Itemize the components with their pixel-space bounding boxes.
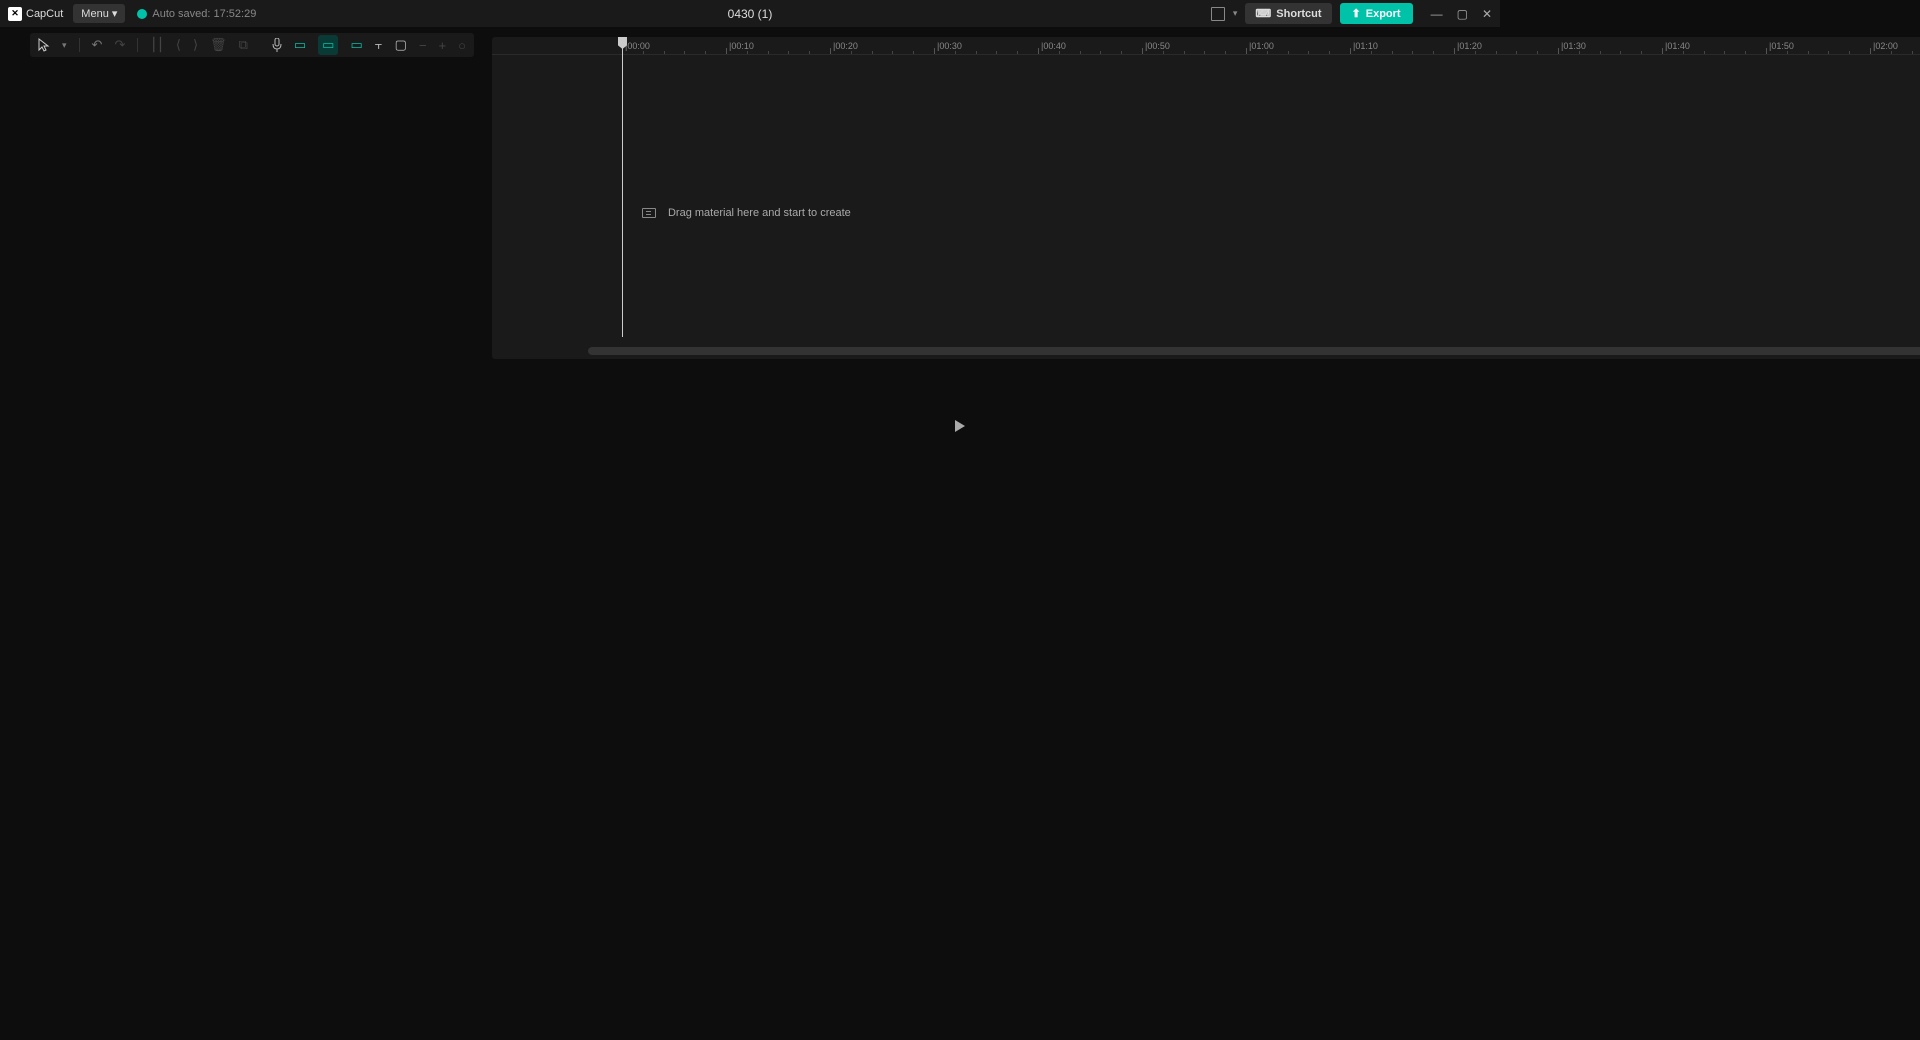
ruler-mark: |01:10 <box>1353 41 1378 51</box>
zoom-out-icon[interactable]: − <box>419 38 427 53</box>
redo-icon[interactable]: ↷ <box>114 37 125 53</box>
pointer-tool-icon[interactable] <box>38 38 50 52</box>
timeline-hint: Drag material here and start to create <box>642 207 851 219</box>
zoom-fit-icon[interactable]: ○ <box>458 38 466 53</box>
ruler-mark: |00:20 <box>833 41 858 51</box>
menu-label: Menu <box>81 8 109 20</box>
microphone-icon[interactable] <box>272 38 282 52</box>
window-controls: — ▢ ✕ <box>1431 7 1492 21</box>
chevron-down-icon: ▾ <box>112 7 118 20</box>
export-button[interactable]: ⬆ Export <box>1340 3 1413 24</box>
titlebar-right: ▾ ⌨ Shortcut ⬆ Export — ▢ ✕ <box>1211 3 1492 24</box>
ruler-mark: |01:40 <box>1665 41 1690 51</box>
chevron-down-icon[interactable]: ▾ <box>1233 8 1238 19</box>
export-label: Export <box>1366 8 1401 20</box>
align-icon[interactable]: ⫟ <box>375 37 383 53</box>
shortcut-button[interactable]: ⌨ Shortcut <box>1245 3 1331 24</box>
crop-tool-icon[interactable]: ⧉ <box>239 37 248 53</box>
main-area: Media Audio TI Text Stickers ✦ Effects <box>0 27 1500 447</box>
scrollbar-thumb[interactable] <box>588 347 1920 355</box>
ruler-mark: |00:40 <box>1041 41 1066 51</box>
magnet-link-icon[interactable]: ▭ <box>318 35 338 55</box>
timeline-hint-text: Drag material here and start to create <box>668 207 851 219</box>
delete-icon[interactable]: 🗑 <box>210 37 227 53</box>
export-icon: ⬆ <box>1352 7 1361 20</box>
menu-button[interactable]: Menu ▾ <box>73 4 125 23</box>
app-name: CapCut <box>26 8 63 20</box>
ruler-mark: |00:10 <box>729 41 754 51</box>
project-title: 0430 (1) <box>728 7 773 21</box>
layout-icon[interactable] <box>1211 7 1225 21</box>
shortcut-label: Shortcut <box>1276 8 1321 20</box>
close-icon[interactable]: ✕ <box>1482 7 1492 21</box>
keyboard-icon: ⌨ <box>1255 7 1271 20</box>
timeline-tracks[interactable]: Drag material here and start to create <box>492 55 1920 339</box>
logo-icon: ✕ <box>8 7 22 21</box>
timeline: |00:00 |00:10 |00:20 |00:30 |00:40 |00:50 |01:… <box>492 37 1920 359</box>
timeline-scrollbar[interactable] <box>588 347 1920 355</box>
ruler-mark: |01:30 <box>1561 41 1586 51</box>
ruler-mark: |00:50 <box>1145 41 1170 51</box>
trim-left-icon[interactable]: ⟨ <box>176 37 181 53</box>
maximize-icon[interactable]: ▢ <box>1457 7 1468 21</box>
trim-right-icon[interactable]: ⟩ <box>193 37 198 53</box>
zoom-in-icon[interactable]: + <box>439 38 447 53</box>
ruler-mark: |00:00 <box>625 41 650 51</box>
ruler-mark: |01:50 <box>1769 41 1794 51</box>
timeline-toolbar: ▾ ↶ ↷ ⎮⎮ ⟨ ⟩ 🗑 ⧉ ▭ ▭ ▭ ⫟ ▢ − + ○ <box>30 33 474 57</box>
tool-dropdown-icon[interactable]: ▾ <box>62 40 67 51</box>
autosave-status: Auto saved: 17:52:29 <box>137 8 256 20</box>
magnet-main-icon[interactable]: ▭ <box>294 37 306 53</box>
autosave-dot-icon <box>137 9 147 19</box>
split-icon[interactable]: ⎮⎮ <box>150 37 164 53</box>
autosave-text: Auto saved: 17:52:29 <box>152 8 256 20</box>
ruler-mark: |02:00 <box>1873 41 1898 51</box>
ruler-mark: |01:00 <box>1249 41 1274 51</box>
preview-icon[interactable]: ▢ <box>395 37 407 53</box>
undo-icon[interactable]: ↶ <box>92 37 103 53</box>
titlebar: ✕ CapCut Menu ▾ Auto saved: 17:52:29 043… <box>0 0 1500 27</box>
ruler-mark: |00:30 <box>937 41 962 51</box>
timeline-ruler[interactable]: |00:00 |00:10 |00:20 |00:30 |00:40 |00:50 |01:… <box>492 37 1920 55</box>
material-icon <box>642 208 656 218</box>
ruler-mark: |01:20 <box>1457 41 1482 51</box>
app-logo: ✕ CapCut <box>8 7 63 21</box>
minimize-icon[interactable]: — <box>1431 7 1443 21</box>
magnet-auto-icon[interactable]: ▭ <box>350 37 362 53</box>
